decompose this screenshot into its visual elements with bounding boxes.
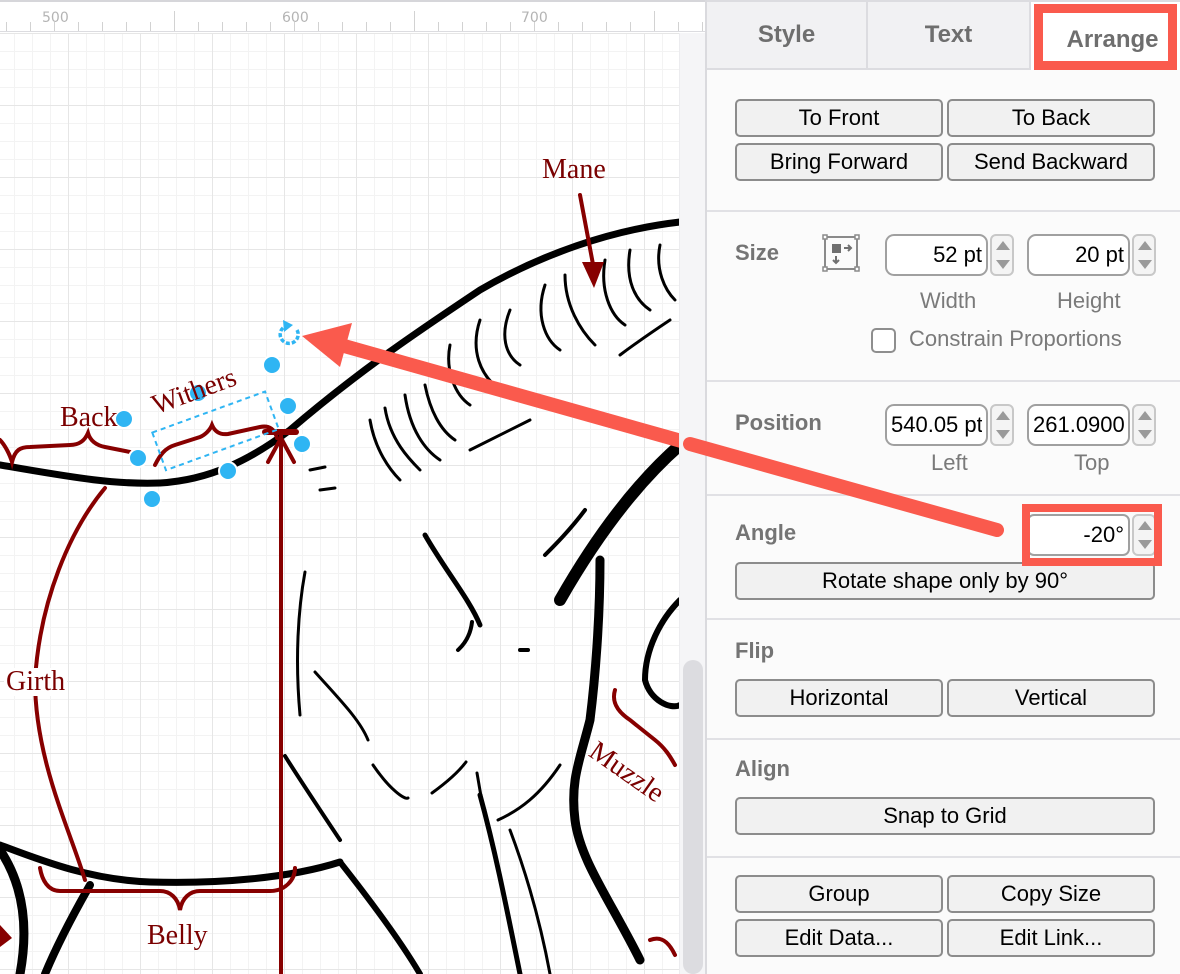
- autosize-icon[interactable]: [822, 234, 860, 272]
- angle-section: Angle Rotate shape only by 90°: [707, 496, 1180, 620]
- edit-data-button[interactable]: Edit Data...: [735, 919, 943, 957]
- size-section: Size Width Height Constrain Proportions: [707, 212, 1180, 382]
- bring-forward-button[interactable]: Bring Forward: [735, 143, 943, 181]
- horse-diagram: [0, 193, 705, 974]
- position-title: Position: [735, 410, 822, 435]
- rotate-handle-icon: [278, 320, 300, 346]
- resize-handle-nw: [114, 409, 134, 429]
- flip-vertical-button[interactable]: Vertical: [947, 679, 1155, 717]
- height-stepper[interactable]: [1132, 234, 1156, 276]
- horse-belly-line: [0, 841, 344, 886]
- label-belly[interactable]: Belly: [147, 922, 208, 950]
- back-brace: [0, 427, 132, 470]
- order-section: To Front To Back Bring Forward Send Back…: [707, 70, 1180, 212]
- horse-foreleg: [337, 859, 423, 974]
- withers-brace: [153, 419, 279, 467]
- horse-neck-front: [554, 439, 686, 606]
- to-back-button[interactable]: To Back: [947, 99, 1155, 137]
- send-backward-button[interactable]: Send Backward: [947, 143, 1155, 181]
- angle-stepper[interactable]: [1132, 514, 1156, 556]
- tab-text[interactable]: Text: [868, 2, 1031, 70]
- tab-arrange-label: Arrange: [1066, 26, 1159, 53]
- left-label: Left: [931, 450, 968, 475]
- align-section: Align Snap to Grid: [707, 740, 1180, 858]
- flip-section: Flip Horizontal Vertical: [707, 620, 1180, 740]
- height-label: Height: [1057, 288, 1121, 313]
- top-label: Top: [1074, 450, 1110, 475]
- width-stepper[interactable]: [990, 234, 1014, 276]
- angle-title: Angle: [735, 520, 797, 545]
- horse-hind-leg: [41, 881, 94, 974]
- size-title: Size: [735, 240, 780, 265]
- flip-horizontal-button[interactable]: Horizontal: [735, 679, 943, 717]
- misc-section: Group Copy Size Edit Data... Edit Link..…: [707, 858, 1180, 974]
- group-button[interactable]: Group: [735, 875, 943, 913]
- resize-handle-sw: [142, 489, 162, 509]
- mane-pointer-head: [582, 262, 604, 288]
- angle-input[interactable]: [1027, 514, 1130, 556]
- left-stepper[interactable]: [990, 404, 1014, 446]
- tab-arrange[interactable]: Arrange: [1031, 2, 1180, 70]
- callout-arrow: [302, 323, 705, 455]
- vertical-scrollbar-thumb[interactable]: [683, 660, 703, 974]
- horse-rear: [0, 845, 29, 974]
- top-stepper[interactable]: [1132, 404, 1156, 446]
- resize-handle-ne: [262, 355, 282, 375]
- flip-title: Flip: [735, 638, 775, 663]
- edit-link-button[interactable]: Edit Link...: [947, 919, 1155, 957]
- horse-head-outline: [641, 597, 683, 710]
- label-back[interactable]: Back: [60, 404, 118, 432]
- label-mane[interactable]: Mane: [542, 156, 606, 184]
- constrain-proportions-checkbox[interactable]: [871, 328, 896, 353]
- align-title: Align: [735, 756, 790, 781]
- offscreen-arrow-head: [0, 925, 12, 947]
- rotate-90-button[interactable]: Rotate shape only by 90°: [735, 562, 1155, 600]
- height-input[interactable]: [1027, 234, 1130, 276]
- position-section: Position Left Top: [707, 382, 1180, 496]
- to-front-button[interactable]: To Front: [735, 99, 943, 137]
- width-label: Width: [920, 288, 977, 313]
- constrain-proportions-label[interactable]: Constrain Proportions: [909, 326, 1122, 352]
- top-input[interactable]: [1027, 404, 1130, 446]
- left-input[interactable]: [885, 404, 988, 446]
- resize-handle-w: [128, 448, 148, 468]
- tab-text-label: Text: [924, 21, 973, 48]
- resize-handle-s: [218, 461, 238, 481]
- label-girth[interactable]: Girth: [4, 668, 68, 696]
- tab-style-label: Style: [757, 21, 816, 48]
- resize-handle-se: [292, 434, 312, 454]
- copy-size-button[interactable]: Copy Size: [947, 875, 1155, 913]
- width-input[interactable]: [885, 234, 988, 276]
- resize-handle-e: [278, 396, 298, 416]
- tab-style[interactable]: Style: [707, 2, 868, 70]
- format-panel: Style Text Arrange To Front To Back Brin…: [705, 0, 1180, 974]
- panel-tabs: Style Text Arrange: [707, 0, 1180, 70]
- diagram-canvas[interactable]: 500 600 700 Mane Back Withers Girth Bell…: [0, 0, 705, 974]
- snap-to-grid-button[interactable]: Snap to Grid: [735, 797, 1155, 835]
